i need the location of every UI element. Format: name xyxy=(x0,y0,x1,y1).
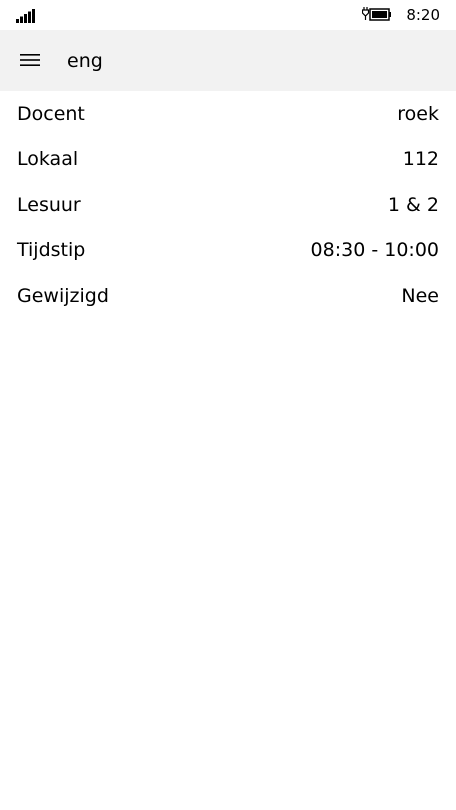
detail-row-gewijzigd: Gewijzigd Nee xyxy=(0,273,456,319)
detail-label: Lokaal xyxy=(17,148,79,171)
detail-row-lokaal: Lokaal 112 xyxy=(0,137,456,183)
detail-label: Gewijzigd xyxy=(17,284,109,307)
detail-row-tijdstip: Tijdstip 08:30 - 10:00 xyxy=(0,228,456,274)
detail-value: Nee xyxy=(401,284,439,307)
hamburger-menu-icon[interactable] xyxy=(20,52,40,68)
detail-value: 08:30 - 10:00 xyxy=(310,239,439,262)
detail-value: 1 & 2 xyxy=(387,193,439,216)
detail-label: Lesuur xyxy=(17,193,81,216)
battery-charging-icon xyxy=(362,7,391,21)
detail-label: Tijdstip xyxy=(17,239,86,262)
app-bar: eng xyxy=(0,30,456,91)
detail-row-docent: Docent roek xyxy=(0,91,456,137)
page-title: eng xyxy=(67,50,103,72)
detail-row-lesuur: Lesuur 1 & 2 xyxy=(0,182,456,228)
signal-strength-icon xyxy=(16,9,35,23)
status-bar: 8:20 xyxy=(0,0,456,30)
lesson-details-list: Docent roek Lokaal 112 Lesuur 1 & 2 Tijd… xyxy=(0,91,456,319)
detail-value: 112 xyxy=(402,148,439,171)
detail-label: Docent xyxy=(17,102,85,125)
clock: 8:20 xyxy=(406,6,440,24)
detail-value: roek xyxy=(397,102,439,125)
